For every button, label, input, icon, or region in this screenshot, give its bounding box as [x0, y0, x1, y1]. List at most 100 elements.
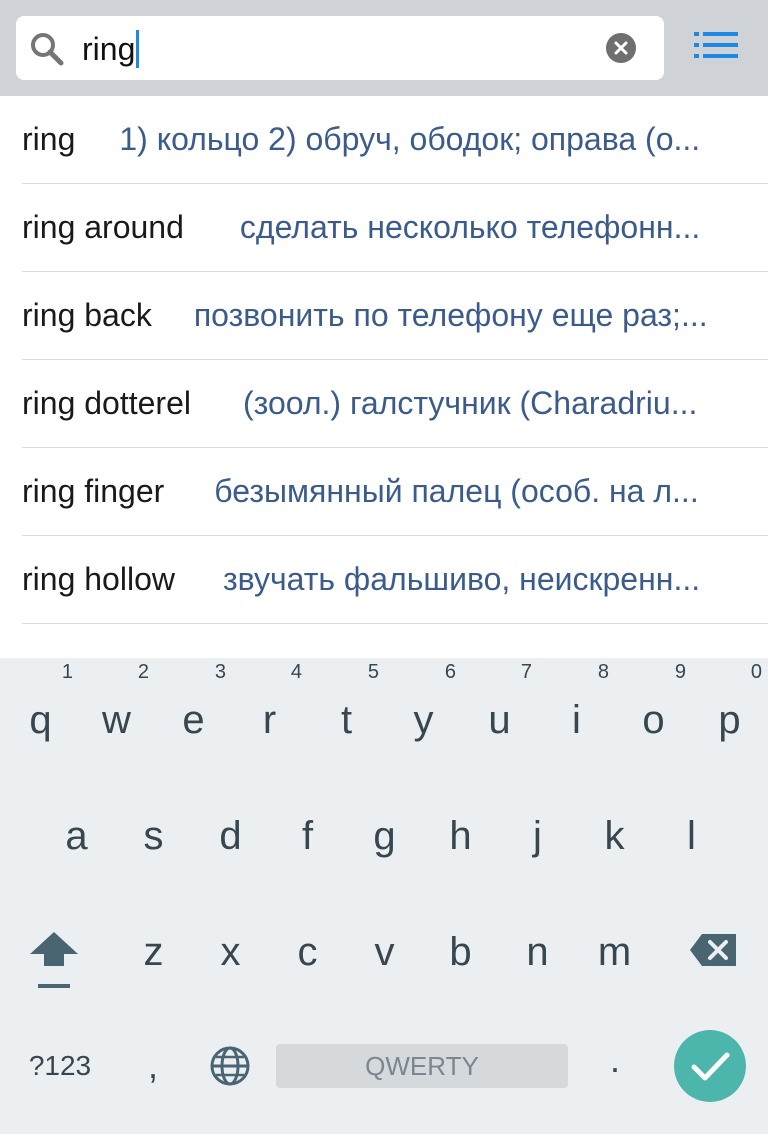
key-label: t [340, 698, 353, 742]
backspace-icon [690, 934, 736, 966]
key-h[interactable]: h [422, 812, 499, 860]
key-hint: 7 [520, 661, 532, 683]
result-term: ring back [22, 297, 152, 333]
key-label: m [597, 930, 632, 974]
result-term: ring dotterel [22, 385, 191, 421]
key-hint: 2 [137, 661, 149, 683]
shift-icon [30, 932, 78, 988]
key-q[interactable]: 1q [2, 662, 79, 744]
result-translation: позвонить по телефону еще раз;... [193, 297, 708, 333]
key-label: v [374, 930, 395, 974]
key-hint: 1 [61, 661, 73, 683]
key-hint: 4 [290, 661, 302, 683]
key-hint: 9 [674, 661, 686, 683]
key-r[interactable]: 4r [231, 662, 308, 744]
key-label: n [526, 930, 549, 974]
key-label: r [262, 698, 277, 742]
key-label: h [449, 814, 472, 858]
key-w[interactable]: 2w [78, 662, 155, 744]
key-label: y [413, 698, 434, 742]
key-n[interactable]: n [499, 928, 576, 976]
clear-icon[interactable] [606, 33, 636, 63]
soft-keyboard: 1q 2w 3e 4r 5t 6y 7u 8i 9o 0p a s d f g … [0, 658, 768, 1134]
result-translation: звучать фальшиво, неискренн... [222, 561, 701, 597]
key-label: l [687, 814, 696, 858]
result-term: ring around [22, 209, 184, 245]
key-hint: 6 [444, 661, 456, 683]
search-box[interactable]: ring [16, 16, 664, 80]
key-label: b [449, 930, 472, 974]
key-v[interactable]: v [346, 928, 423, 976]
key-label: o [642, 698, 665, 742]
shift-key[interactable] [26, 928, 82, 992]
enter-key[interactable] [674, 1030, 746, 1102]
key-j[interactable]: j [499, 812, 576, 860]
key-label: x [220, 930, 241, 974]
result-term: ring [22, 121, 76, 157]
key-o[interactable]: 9o [615, 662, 692, 744]
key-label: k [604, 814, 625, 858]
key-label: p [718, 698, 741, 742]
key-label: g [373, 814, 396, 858]
result-term: ring finger [22, 473, 165, 509]
globe-icon[interactable] [208, 1044, 252, 1088]
list-menu-icon[interactable] [690, 28, 742, 68]
key-hint: 0 [750, 661, 762, 683]
key-label: e [182, 698, 205, 742]
search-input-value: ring [82, 31, 136, 67]
list-item[interactable]: ring around сделать несколько телефонн..… [22, 184, 768, 272]
key-label: s [143, 814, 164, 858]
list-item[interactable]: ring dotterel (зоол.) галстучник (Charad… [22, 360, 768, 448]
result-translation: сделать несколько телефонн... [239, 209, 701, 245]
search-input[interactable]: ring [82, 30, 140, 68]
result-translation: (зоол.) галстучник (Charadriu... [242, 385, 698, 421]
result-translation: 1) кольцо 2) обруч, ободок; оправа (о... [119, 121, 701, 157]
key-f[interactable]: f [269, 812, 346, 860]
list-item[interactable]: ring hollow звучать фальшиво, неискренн.… [22, 536, 768, 624]
key-d[interactable]: d [192, 812, 269, 860]
result-translation: безымянный палец (особ. на л... [214, 473, 699, 509]
key-l[interactable]: l [653, 812, 730, 860]
list-item[interactable]: ring 1) кольцо 2) обруч, ободок; оправа … [22, 96, 768, 184]
key-label: f [301, 814, 314, 858]
key-p[interactable]: 0p [691, 662, 768, 744]
key-i[interactable]: 8i [538, 662, 615, 744]
checkmark-icon [691, 1052, 730, 1081]
key-z[interactable]: z [115, 928, 192, 976]
search-icon [28, 30, 66, 68]
key-label: q [29, 698, 52, 742]
key-y[interactable]: 6y [385, 662, 462, 744]
key-c[interactable]: c [269, 928, 346, 976]
key-a[interactable]: a [38, 812, 115, 860]
key-label: d [219, 814, 242, 858]
key-label: w [102, 698, 131, 742]
key-s[interactable]: s [115, 812, 192, 860]
comma-key[interactable]: , [138, 1042, 168, 1090]
key-m[interactable]: m [576, 928, 653, 976]
key-e[interactable]: 3e [155, 662, 232, 744]
key-hint: 3 [214, 661, 226, 683]
key-hint: 5 [367, 661, 379, 683]
key-label: i [572, 698, 581, 742]
result-term: ring hollow [22, 561, 175, 597]
key-label: z [143, 930, 164, 974]
space-bar[interactable]: QWERTY [276, 1044, 568, 1088]
search-toolbar: ring [0, 0, 768, 96]
symbols-key[interactable]: ?123 [20, 1046, 100, 1086]
results-list: ring 1) кольцо 2) обруч, ободок; оправа … [0, 96, 768, 624]
key-k[interactable]: k [576, 812, 653, 860]
key-label: a [65, 814, 88, 858]
key-hint: 8 [597, 661, 609, 683]
key-label: j [533, 814, 542, 858]
key-t[interactable]: 5t [308, 662, 385, 744]
list-item[interactable]: ring finger безымянный палец (особ. на л… [22, 448, 768, 536]
period-key[interactable]: . [600, 1036, 630, 1084]
key-g[interactable]: g [346, 812, 423, 860]
key-b[interactable]: b [422, 928, 499, 976]
list-item[interactable]: ring back позвонить по телефону еще раз;… [22, 272, 768, 360]
key-label: c [297, 930, 318, 974]
backspace-key[interactable] [688, 930, 740, 970]
key-x[interactable]: x [192, 928, 269, 976]
key-u[interactable]: 7u [461, 662, 538, 744]
key-label: u [488, 698, 511, 742]
